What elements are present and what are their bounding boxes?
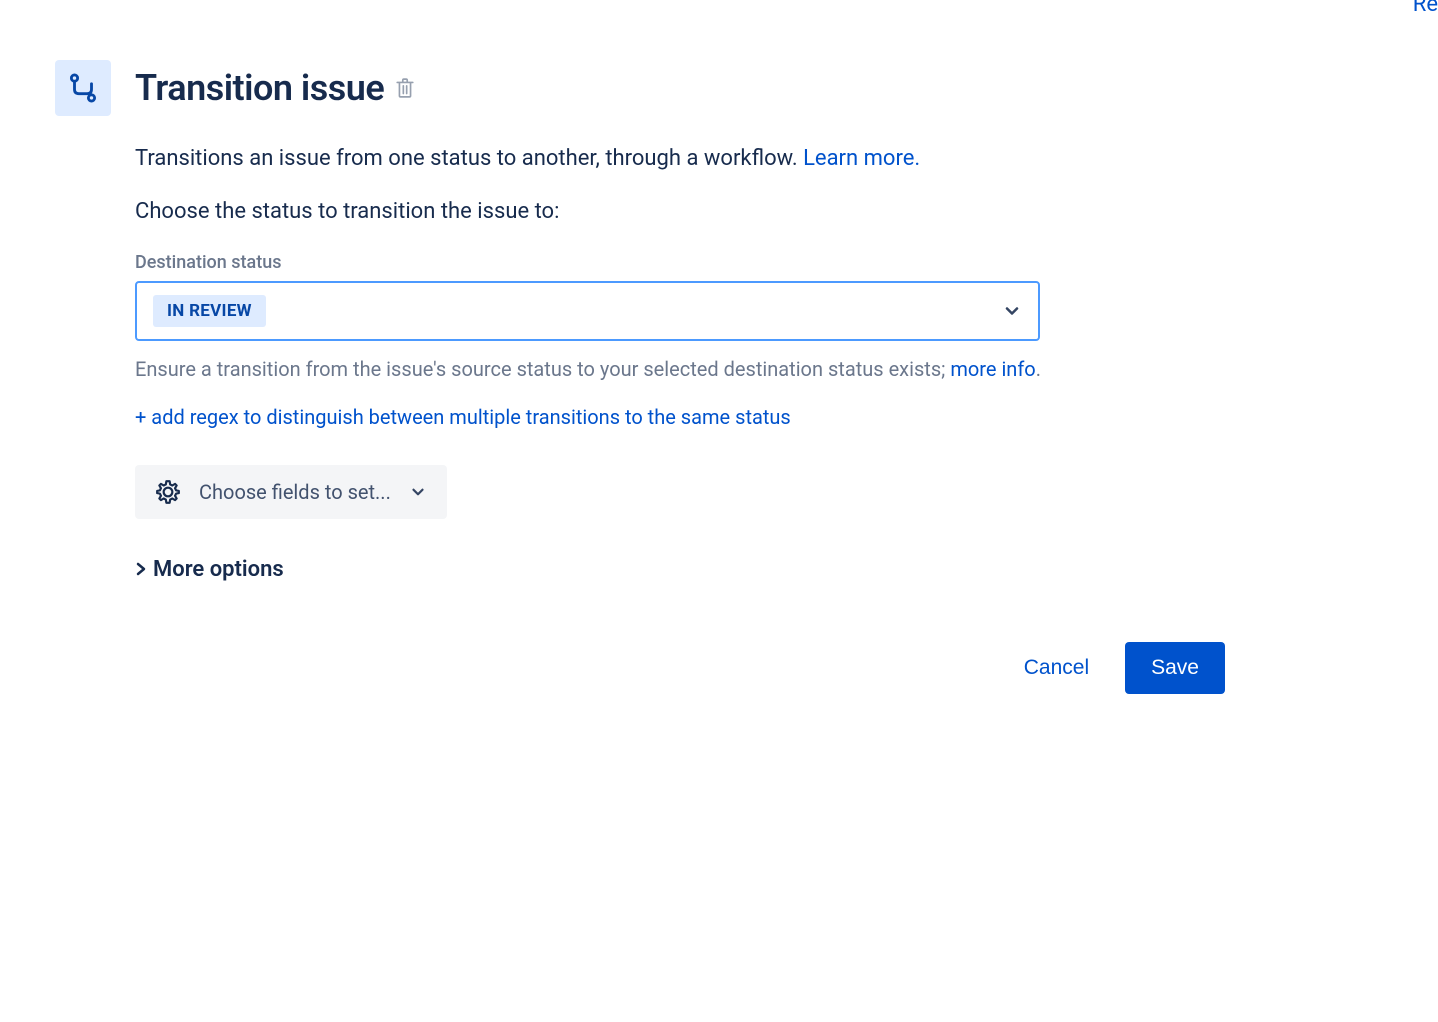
destination-helper: Ensure a transition from the issue's sou… (135, 355, 1180, 383)
description: Transitions an issue from one status to … (135, 144, 1180, 175)
header-row: Transition issue (55, 60, 1245, 116)
trash-icon[interactable] (396, 78, 414, 98)
helper-prefix: Ensure a transition from the issue's sou… (135, 357, 950, 381)
action-icon-box (55, 60, 111, 116)
choose-fields-dropdown[interactable]: Choose fields to set... (135, 465, 447, 519)
save-button[interactable]: Save (1125, 642, 1225, 694)
chevron-down-icon (1002, 301, 1022, 321)
learn-more-link[interactable]: Learn more. (803, 146, 920, 171)
more-info-link[interactable]: more info (950, 357, 1035, 381)
more-options-label: More options (153, 557, 284, 582)
helper-suffix: . (1036, 357, 1041, 381)
destination-status-select[interactable]: IN REVIEW (135, 281, 1040, 341)
destination-status-label: Destination status (135, 252, 1180, 273)
instruction: Choose the status to transition the issu… (135, 199, 1180, 224)
status-badge: IN REVIEW (153, 295, 266, 327)
chevron-right-icon (135, 562, 147, 576)
add-regex-link[interactable]: + add regex to distinguish between multi… (135, 405, 1180, 429)
more-options-toggle[interactable]: More options (135, 557, 1180, 582)
fields-dropdown-label: Choose fields to set... (199, 480, 391, 504)
transition-icon (66, 71, 100, 105)
top-right-fragment: Re (1413, 0, 1438, 17)
description-text: Transitions an issue from one status to … (135, 146, 803, 171)
page-title: Transition issue (135, 67, 384, 109)
chevron-down-icon (409, 483, 427, 501)
gear-icon (155, 479, 181, 505)
footer-actions: Cancel Save (55, 642, 1245, 694)
cancel-button[interactable]: Cancel (1016, 646, 1097, 690)
